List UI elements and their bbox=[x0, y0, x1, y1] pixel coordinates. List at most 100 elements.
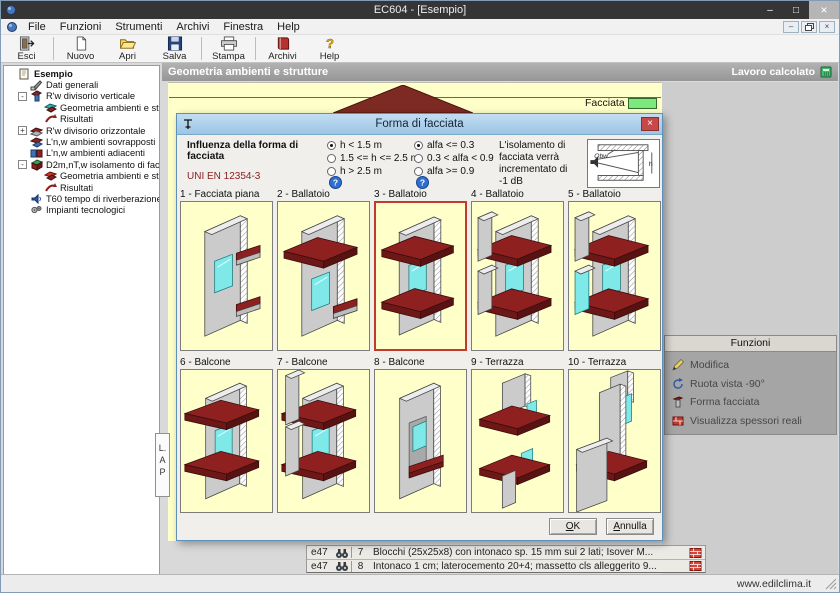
dialog-close-button[interactable] bbox=[641, 117, 659, 131]
dialog-titlebar[interactable]: Forma di facciata bbox=[177, 114, 662, 135]
menu-archivi[interactable]: Archivi bbox=[169, 19, 216, 34]
radio-option-a2[interactable]: 0.3 < alfa < 0.9 bbox=[414, 152, 494, 165]
tree-item-impianti[interactable]: Impianti tecnologici bbox=[4, 205, 159, 216]
document-icon[interactable] bbox=[7, 22, 17, 32]
facade-thumb-5[interactable]: 5 - Ballatoio bbox=[568, 189, 661, 351]
esci-button[interactable]: Esci bbox=[3, 35, 50, 62]
facade-thumb-4[interactable]: 4 - Ballatoio bbox=[471, 189, 564, 351]
radio-icon[interactable] bbox=[414, 141, 423, 150]
resize-grip[interactable] bbox=[825, 578, 837, 590]
ok-button[interactable]: OK bbox=[549, 518, 597, 535]
stampa-button[interactable]: Stampa bbox=[205, 35, 252, 62]
tree-item-geometria-2[interactable]: Geometria ambienti e strutture bbox=[4, 171, 159, 182]
tree-item-dati-generali[interactable]: Dati generali bbox=[4, 79, 159, 90]
new-icon bbox=[71, 36, 91, 51]
help-bubble-icon[interactable]: ? bbox=[416, 176, 429, 189]
radio-icon[interactable] bbox=[327, 167, 336, 176]
archive-icon bbox=[273, 36, 293, 51]
radio-icon[interactable] bbox=[327, 154, 336, 163]
archivi-button[interactable]: Archivi bbox=[259, 35, 306, 62]
radio-icon[interactable] bbox=[414, 167, 423, 176]
radio-option-a1[interactable]: alfa <= 0.3 bbox=[414, 139, 494, 152]
tree-label: T60 tempo di riverberazione bbox=[46, 194, 160, 204]
facade-thumb-label: 10 - Terrazza bbox=[568, 357, 661, 369]
geometry-icon bbox=[44, 102, 57, 114]
facade-thumb-8[interactable]: 8 - Balcone bbox=[374, 357, 467, 513]
tree-label: R'w divisorio orizzontale bbox=[46, 126, 145, 136]
tree-item-lnw-adiacenti[interactable]: L'n,w ambienti adiacenti bbox=[4, 148, 159, 159]
tree-item-rw-divisorio-orizzontale[interactable]: R'w divisorio orizzontale bbox=[4, 125, 159, 136]
tree-label: L'n,w ambienti adiacenti bbox=[46, 148, 145, 158]
tree-item-rw-divisorio-verticale[interactable]: R'w divisorio verticale bbox=[4, 91, 159, 102]
tree-item-risultati-2[interactable]: Risultati bbox=[4, 182, 159, 193]
radio-option-h1[interactable]: h < 1.5 m bbox=[327, 139, 419, 152]
menu-funzioni[interactable]: Funzioni bbox=[53, 19, 109, 34]
help-label: Help bbox=[320, 51, 340, 62]
function-item-forma-facciata[interactable]: Forma facciata bbox=[665, 393, 836, 412]
clipped-letter: P bbox=[156, 466, 169, 478]
function-item-modifica[interactable]: Modifica bbox=[665, 356, 836, 375]
facade-thumb-1[interactable]: 1 - Facciata piana bbox=[180, 189, 273, 351]
reverb-icon bbox=[30, 193, 43, 205]
open-icon bbox=[118, 36, 138, 51]
facade-thumb-6[interactable]: 6 - Balcone bbox=[180, 357, 273, 513]
toolbar-separator bbox=[255, 37, 256, 60]
functions-panel-title: Funzioni bbox=[664, 335, 837, 352]
tree-item-lnw-sovrapposti[interactable]: L'n,w ambienti sovrapposti bbox=[4, 136, 159, 147]
apri-button[interactable]: Apri bbox=[104, 35, 151, 62]
tree-expander[interactable] bbox=[18, 160, 27, 169]
radio-icon[interactable] bbox=[327, 141, 336, 150]
radio-icon[interactable] bbox=[414, 154, 423, 163]
tree-expander[interactable] bbox=[18, 126, 27, 135]
brick-icon[interactable] bbox=[689, 560, 702, 572]
mdi-restore-button[interactable] bbox=[801, 21, 817, 33]
tree-expander[interactable] bbox=[18, 92, 27, 101]
tree-item-risultati-1[interactable]: Risultati bbox=[4, 114, 159, 125]
cancel-button[interactable]: Annulla bbox=[606, 518, 654, 535]
mdi-close-button[interactable] bbox=[819, 21, 835, 33]
calc-icon bbox=[820, 66, 832, 78]
tree-label: Risultati bbox=[60, 114, 93, 124]
mdi-minimize-button[interactable] bbox=[783, 21, 799, 33]
window-titlebar[interactable]: EC604 - [Esempio] bbox=[1, 1, 839, 19]
facade-thumb-label: 5 - Ballatoio bbox=[568, 189, 661, 201]
archivi-label: Archivi bbox=[268, 51, 297, 62]
facade-thumb-7[interactable]: 7 - Balcone bbox=[277, 357, 370, 513]
print-icon bbox=[219, 36, 239, 51]
table-row[interactable]: e47 7 Blocchi (25x25x8) con intonaco sp.… bbox=[307, 546, 705, 559]
help-bubble-icon[interactable]: ? bbox=[329, 176, 342, 189]
facade-thumb-label: 4 - Ballatoio bbox=[471, 189, 564, 201]
tree-label: Impianti tecnologici bbox=[46, 205, 125, 215]
tree-item-d2m-isolamento-facciata[interactable]: D2m,nT,w isolamento di facciata bbox=[4, 159, 159, 170]
tree-label: D2m,nT,w isolamento di facciata bbox=[46, 160, 160, 170]
menu-help[interactable]: Help bbox=[270, 19, 307, 34]
esci-label: Esci bbox=[18, 51, 36, 62]
facade-thumb-9[interactable]: 9 - Terrazza bbox=[471, 357, 564, 513]
tree-item-esempio[interactable]: Esempio bbox=[4, 68, 159, 79]
facade-thumb-label: 8 - Balcone bbox=[374, 357, 467, 369]
facade-thumb-10[interactable]: 10 - Terrazza bbox=[568, 357, 661, 513]
toolbar-separator bbox=[201, 37, 202, 60]
radio-option-h2[interactable]: 1.5 <= h <= 2.5 m bbox=[327, 152, 419, 165]
menu-file[interactable]: File bbox=[21, 19, 53, 34]
salva-label: Salva bbox=[163, 51, 187, 62]
menu-strumenti[interactable]: Strumenti bbox=[108, 19, 169, 34]
salva-button[interactable]: Salva bbox=[151, 35, 198, 62]
nuovo-button[interactable]: Nuovo bbox=[57, 35, 104, 62]
menu-finestra[interactable]: Finestra bbox=[216, 19, 270, 34]
function-item-spessori-reali[interactable]: Visualizza spessori reali bbox=[665, 412, 836, 431]
radio-group-alfa: alfa <= 0.3 0.3 < alfa < 0.9 alfa >= 0.9 bbox=[414, 139, 494, 178]
binoculars-icon[interactable] bbox=[333, 560, 351, 572]
facade-thumb-2[interactable]: 2 - Ballatoio bbox=[277, 189, 370, 351]
binoculars-icon[interactable] bbox=[333, 547, 351, 559]
facciata-color-swatch bbox=[628, 98, 657, 109]
help-button[interactable]: ? Help bbox=[306, 35, 353, 62]
results-icon bbox=[44, 182, 57, 194]
facade-thumb-3[interactable]: 3 - Ballatoio bbox=[374, 189, 467, 351]
function-item-ruota-vista[interactable]: Ruota vista -90° bbox=[665, 375, 836, 394]
table-row[interactable]: e47 8 Intonaco 1 cm; laterocemento 20+4;… bbox=[307, 559, 705, 572]
brick-icon[interactable] bbox=[689, 547, 702, 559]
clipped-letter: A bbox=[156, 454, 169, 466]
tree-item-t60[interactable]: T60 tempo di riverberazione bbox=[4, 193, 159, 204]
tree-item-geometria-1[interactable]: Geometria ambienti e strutture bbox=[4, 102, 159, 113]
